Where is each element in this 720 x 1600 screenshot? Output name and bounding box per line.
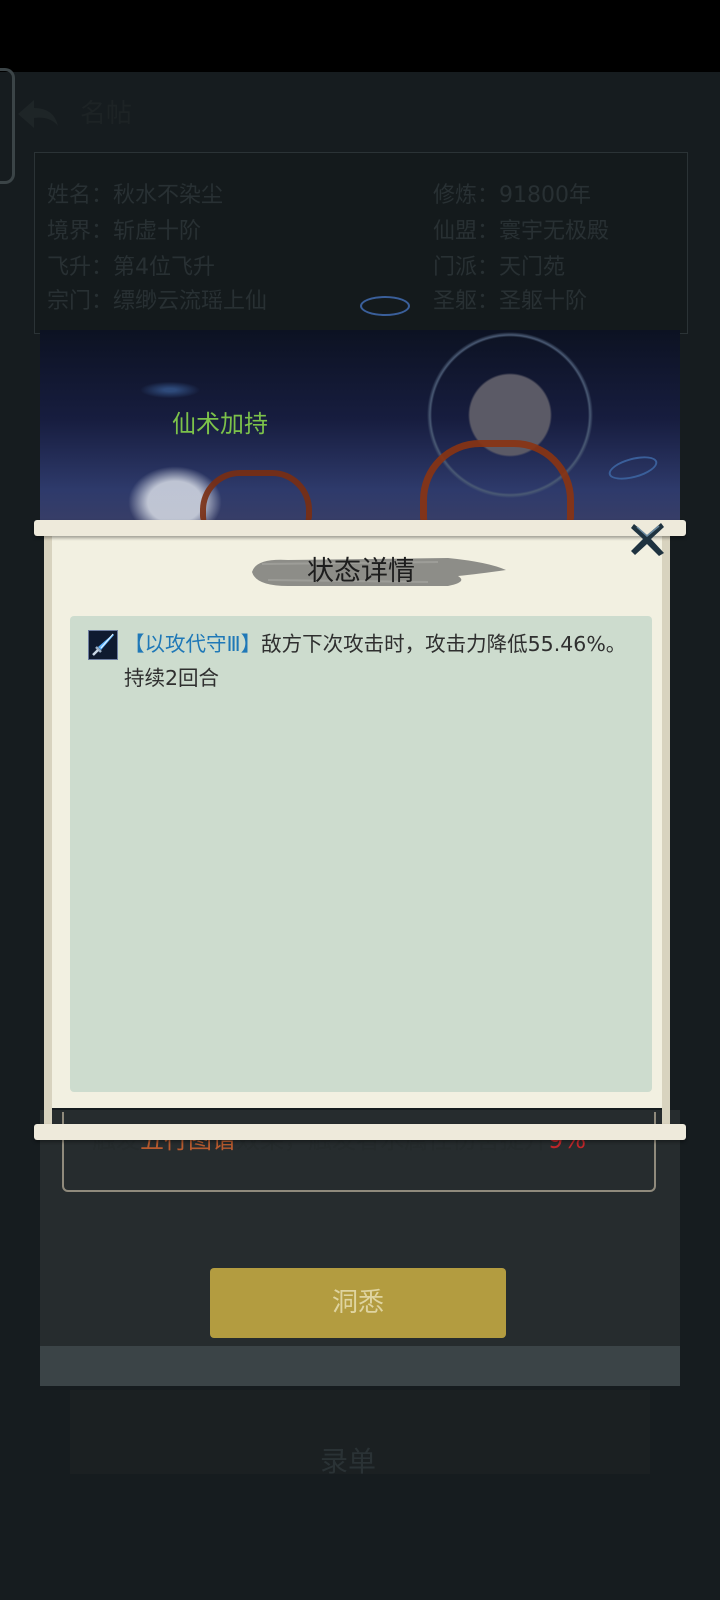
profile-realm: 境界：斩虚十阶 (47, 219, 202, 244)
page-title: 名帖 (80, 99, 133, 129)
scroll-rod-top (34, 520, 686, 536)
scroll-rod-bottom (34, 1124, 686, 1140)
scene-label: 仙术加持 (172, 410, 268, 438)
buff-name: 【以攻代守Ⅲ】 (124, 632, 262, 656)
profile-ascension: 飞升：第4位飞升 (47, 255, 215, 280)
buff-entry: 【以攻代守Ⅲ】敌方下次攻击时，攻击力降低55.46%。持续2回合 (124, 627, 634, 695)
profile-name: 姓名：秋水不染尘 (47, 183, 224, 208)
status-bar (0, 0, 720, 72)
ribbon-decoration (420, 440, 574, 527)
modal-title: 状态详情 (307, 556, 415, 587)
profile-clan: 宗门：缥缈云流瑶上仙 (47, 289, 268, 314)
side-frame (0, 68, 15, 184)
profile-sect: 门派：天门苑 (433, 255, 566, 280)
profile-cultivation: 修炼：91800年 (433, 183, 591, 208)
scroll-bottom-frame (40, 1346, 680, 1386)
ribbon-decoration (200, 470, 312, 526)
modal-border-left (44, 530, 52, 1126)
confirm-button[interactable]: 洞悉 (210, 1268, 506, 1338)
profile-sacred-body: 圣躯：圣躯十阶 (433, 289, 588, 314)
bottom-tab-label: 录单 (320, 1445, 377, 1478)
sword-icon (88, 630, 118, 660)
modal-border-right (662, 530, 670, 1126)
close-icon[interactable] (628, 520, 666, 558)
profile-alliance: 仙盟：寰宇无极殿 (433, 219, 610, 244)
planet-icon (360, 296, 410, 316)
back-button[interactable]: 名帖 (14, 90, 164, 140)
back-arrow-icon (14, 96, 62, 132)
